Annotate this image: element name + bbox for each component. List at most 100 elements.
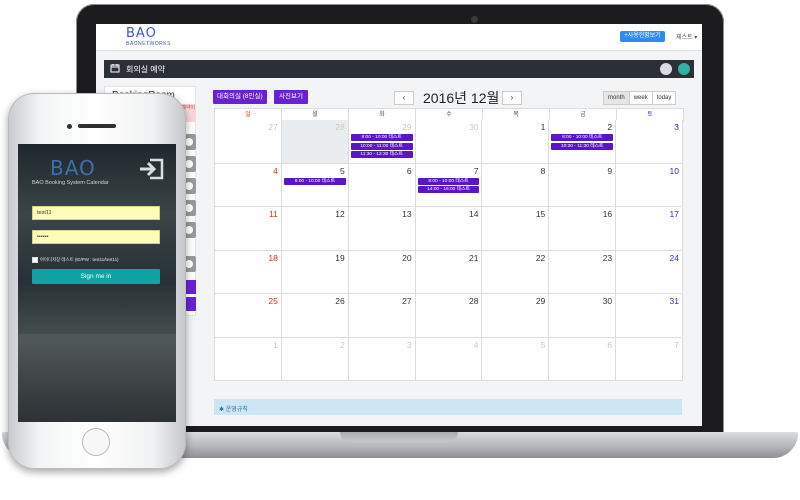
calendar-day-cell[interactable]: 19 [281,250,349,293]
day-number: 6 [607,339,613,350]
calendar-day-cell[interactable]: 5 [482,337,550,380]
calendar-day-cell[interactable]: 26 [281,294,349,337]
expand-icon[interactable] [660,63,672,75]
calendar-day-cell[interactable]: 2 8:00 - 10:00 테스트 10:30 - 11:30 테스트 [549,120,617,163]
day-number: 30 [468,122,479,132]
calendar-day-cell[interactable]: 6 [549,337,617,380]
calendar-day-cell[interactable]: 25 [215,294,282,337]
calendar-week-row: 25 26 27 28 29 30 31 [215,294,684,338]
calendar-day-cell[interactable]: 13 [348,207,416,250]
usage-status-button[interactable]: +사용현황보기 [620,31,665,42]
calendar-day-cell[interactable]: 3 [348,337,416,380]
calendar-day-cell[interactable]: 14 [415,207,483,250]
calendar-day-cell[interactable]: 7 [616,337,684,380]
username-input[interactable]: test11 [32,206,160,220]
reservation-event[interactable]: 8:00 - 10:00 테스트 [417,177,480,185]
home-button[interactable] [82,428,110,456]
phone-speaker [78,124,116,128]
calendar-day-cell[interactable]: 10 [616,163,684,206]
calendar-week-row: 18 19 20 21 22 23 24 [215,250,684,294]
calendar-day-cell[interactable]: 2 [281,337,349,380]
calendar-day-cell[interactable]: 24 [616,250,684,293]
next-month-button[interactable]: › [502,91,522,105]
plus-circle-icon [185,226,193,234]
rules-bar[interactable] [214,399,682,415]
day-number: 28 [335,122,345,132]
phone-screen: BAO BAO Booking System Calendar test11 •… [18,144,176,422]
refresh-icon[interactable] [678,63,690,75]
calendar-day-cell[interactable]: 27 [215,120,282,163]
calendar-week-row: 27 28 29 8:00 - 10:00 테스트 10:00 - 11:00 테스트 1… [215,120,684,164]
reservation-event[interactable]: 8:00 - 10:00 테스트 [551,134,614,141]
photo-view-button[interactable]: 사진보기 [274,90,308,104]
checkbox-icon [32,257,38,263]
prev-month-button[interactable]: ‹ [394,91,414,105]
day-number: 9 [607,165,613,176]
user-menu[interactable]: 체스트 ▾ [676,32,697,41]
calendar-day-cell[interactable]: 30 [549,294,617,337]
day-number: 2 [607,122,613,132]
day-number: 1 [540,122,546,132]
day-number: 27 [402,296,412,306]
day-number: 28 [468,296,479,306]
calendar-grid: 27 28 29 8:00 - 10:00 테스트 10:00 - 11:00 테스트 1… [214,120,684,381]
calendar-day-cell[interactable]: 22 [482,250,550,293]
calendar-day-cell[interactable]: 20 [348,250,416,293]
password-input[interactable]: •••••• [32,230,160,244]
calendar-day-cell[interactable]: 15 [482,207,550,250]
calendar-day-cell[interactable]: 11 [215,207,282,250]
panel-header: 회의실 예약 [104,60,694,78]
calendar-day-cell[interactable]: 1 [482,120,550,163]
reservation-event[interactable]: 8:00 - 10:00 테스트 [283,177,346,185]
background-floor [18,334,176,422]
calendar-day-cell[interactable]: 31 [616,294,684,337]
room-filter-button[interactable]: 대회의실 (8인실) [213,90,267,104]
calendar-day-cell[interactable]: 27 [348,294,416,337]
calendar-day-cell[interactable]: 1 [215,337,282,380]
calendar-day-cell[interactable]: 12 [281,207,349,250]
reservation-event[interactable]: 10:30 - 11:30 테스트 [551,142,614,150]
calendar-day-cell[interactable]: 5 8:00 - 10:00 테스트 [281,163,349,206]
reservation-event[interactable]: 11:30 - 12:30 테스트 [350,151,413,158]
calendar-day-cell[interactable]: 28 [281,120,349,163]
day-number: 7 [674,339,680,350]
calendar-day-cell[interactable]: 4 [415,337,483,380]
calendar-day-cell[interactable]: 29 8:00 - 10:00 테스트 10:00 - 11:00 테스트 11:30… [348,120,416,163]
calendar-day-cell[interactable]: 9 [549,163,617,206]
calendar-icon [110,64,120,73]
reservation-event[interactable]: 10:00 - 11:00 테스트 [350,142,413,150]
view-month-button[interactable]: month [603,91,630,105]
rules-label: ✱ 운영규칙 [219,407,248,413]
day-number: 17 [669,209,680,219]
remember-checkbox[interactable]: 아이디저장 테스트 (ID/PW : test11/test11) [32,257,119,263]
calendar-title: 2016년 12월 [423,90,500,106]
brand-logo[interactable]: BAO [126,26,157,41]
reservation-event[interactable]: 8:00 - 10:00 테스트 [350,134,413,141]
view-today-button[interactable]: today [651,91,677,105]
laptop-screen: BAO BAONETWORKS +사용현황보기 체스트 ▾ 회의실 예약 Boo… [96,24,702,426]
calendar-day-cell[interactable]: 28 [415,294,483,337]
calendar-day-cell[interactable]: 23 [549,250,617,293]
day-number: 4 [273,165,278,176]
remember-label: 아이디저장 테스트 (ID/PW : test11/test11) [40,257,119,263]
day-number: 13 [402,209,412,219]
calendar-day-cell[interactable]: 21 [415,250,483,293]
plus-circle-icon [185,182,193,190]
day-number: 7 [473,165,479,176]
calendar-day-cell[interactable]: 8 [482,163,550,206]
day-number: 14 [468,209,479,219]
laptop-notch [340,432,458,442]
calendar-day-cell[interactable]: 7 8:00 - 10:00 테스트 14:00 - 16:00 테스트 [415,163,483,206]
calendar-day-cell[interactable]: 4 [215,163,282,206]
calendar-day-cell[interactable]: 3 [616,120,684,163]
calendar-day-cell[interactable]: 17 [616,207,684,250]
reservation-event[interactable]: 14:00 - 16:00 테스트 [417,186,480,193]
calendar-day-cell[interactable]: 18 [215,250,282,293]
day-number: 22 [535,252,546,263]
sign-in-button[interactable]: Sign me in [32,269,160,284]
calendar-day-cell[interactable]: 6 [348,163,416,206]
calendar-day-cell[interactable]: 29 [482,294,550,337]
calendar-day-cell[interactable]: 30 [415,120,483,163]
view-week-button[interactable]: week [628,91,653,105]
calendar-day-cell[interactable]: 16 [549,207,617,250]
